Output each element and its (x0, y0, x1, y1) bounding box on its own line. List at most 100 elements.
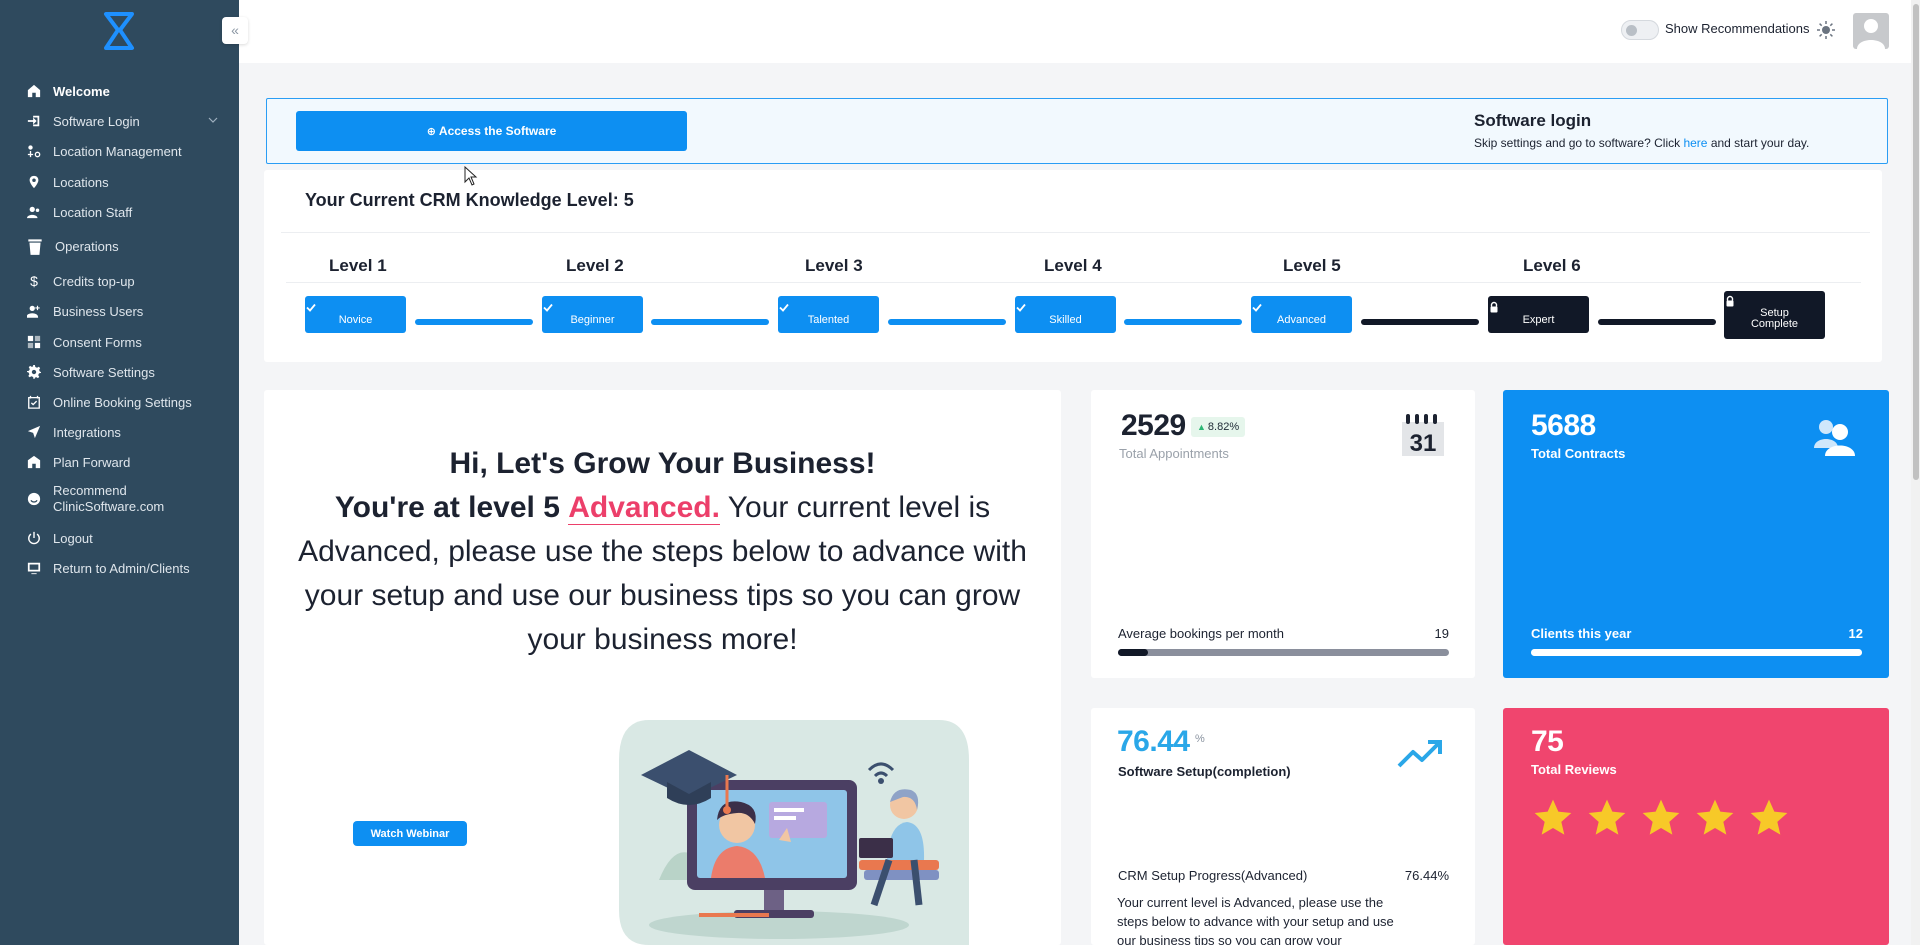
reviews-label: Total Reviews (1531, 762, 1617, 777)
gear-icon (26, 364, 42, 380)
sidebar-item-software-settings[interactable]: Software Settings (0, 357, 239, 387)
watch-webinar-button[interactable]: Watch Webinar (353, 821, 467, 846)
banner-subtitle: Skip settings and go to software? Click … (1474, 136, 1809, 150)
sidebar-item-location-management[interactable]: Location Management (0, 136, 239, 166)
grow-title: Hi, Let's Grow Your Business! (449, 447, 876, 480)
sidebar-item-label: Software Login (53, 113, 140, 129)
level-connector (651, 319, 769, 325)
lock-icon (1726, 295, 1734, 307)
total-reviews-card: 75 Total Reviews (1503, 708, 1889, 945)
appointments-label: Total Appointments (1119, 446, 1229, 461)
sidebar-item-logout[interactable]: Logout (0, 523, 239, 553)
avg-bookings-label: Average bookings per month (1118, 626, 1284, 641)
level-badge-expert[interactable]: Expert (1488, 296, 1589, 333)
level-heading: Level 1 (329, 256, 387, 275)
level-badge-beginner[interactable]: Beginner (542, 296, 643, 333)
crm-knowledge-card: Your Current CRM Knowledge Level: 5 Leve… (264, 170, 1882, 362)
sun-icon[interactable] (1817, 21, 1835, 39)
level-connector (1361, 319, 1479, 325)
sidebar-item-label: Welcome (53, 83, 110, 99)
contracts-value: 5688 (1531, 409, 1596, 442)
calendar-icon (26, 394, 42, 410)
level-heading: Level 2 (566, 256, 624, 275)
calendar-day: 31 (1410, 430, 1437, 457)
sidebar-item-integrations[interactable]: Integrations (0, 417, 239, 447)
level-badge-advanced[interactable]: Advanced (1251, 296, 1352, 333)
collapse-sidebar-button[interactable]: « (222, 17, 248, 44)
scrollbar-thumb[interactable] (1913, 4, 1919, 480)
webinar-illustration (619, 720, 969, 945)
level-badge-setup-complete[interactable]: Setup Complete (1724, 291, 1825, 339)
sidebar-item-return-admin[interactable]: Return to Admin/Clients (0, 553, 239, 583)
sidebar-item-label: Software Settings (53, 364, 155, 380)
check-icon (543, 303, 553, 312)
clients-this-year-value: 12 (1848, 626, 1863, 641)
crm-progress-value: 76.44% (1404, 868, 1449, 883)
level-connector (888, 319, 1006, 325)
level-heading: Level 4 (1044, 256, 1102, 275)
star-icon (1642, 799, 1680, 835)
grow-headline: Hi, Let's Grow Your Business! You're at … (284, 442, 1041, 662)
login-icon (26, 113, 42, 129)
level-connector (415, 319, 533, 325)
setup-value: 76.44 (1117, 725, 1190, 758)
arrow-up-icon: ▲ (1197, 422, 1206, 432)
users-icon (1814, 420, 1855, 456)
check-icon (1252, 303, 1262, 312)
send-icon (26, 424, 42, 440)
app-logo[interactable] (100, 10, 138, 52)
appointments-change-badge: ▲ 8.82% (1191, 417, 1246, 437)
level-badge-label: Setup Complete (1750, 307, 1799, 330)
level-badge-label: Talented (807, 314, 850, 326)
sidebar-item-software-login[interactable]: Software Login (0, 106, 239, 136)
level-badge-label: Skilled (1049, 314, 1082, 326)
recommendations-toggle[interactable] (1621, 20, 1659, 40)
level-badge-novice[interactable]: Novice (305, 296, 406, 333)
monitor-icon (26, 560, 42, 576)
sidebar-item-location-staff[interactable]: Location Staff (0, 197, 239, 227)
level-badge-label: Advanced (1277, 314, 1326, 326)
sidebar-item-plan-forward[interactable]: Plan Forward (0, 447, 239, 477)
sidebar-item-business-users[interactable]: Business Users (0, 296, 239, 326)
sidebar-item-locations[interactable]: Locations (0, 167, 239, 197)
total-appointments-card: 2529 ▲ 8.82% Total Appointments 31 Avera… (1091, 390, 1475, 678)
software-login-banner: ⊕ Access the Software Software login Ski… (266, 98, 1888, 164)
sidebar-item-credits-top-up[interactable]: $ Credits top-up (0, 266, 239, 296)
banner-here-link[interactable]: here (1683, 136, 1707, 150)
sidebar-item-label: Logout (53, 530, 93, 546)
grow-business-card: Hi, Let's Grow Your Business! You're at … (264, 390, 1061, 945)
level-badge-skilled[interactable]: Skilled (1015, 296, 1116, 333)
grid-icon (26, 334, 42, 350)
banner-subtitle-text-end: and start your day. (1710, 136, 1810, 150)
level-heading: Level 3 (805, 256, 863, 275)
software-setup-card: 76.44 % Software Setup(completion) CRM S… (1091, 708, 1475, 945)
sidebar-item-label: Recommend ClinicSoftware.com (53, 483, 165, 514)
sidebar-item-online-booking-settings[interactable]: Online Booking Settings (0, 387, 239, 417)
access-software-button[interactable]: ⊕ Access the Software (296, 111, 687, 151)
sidebar-item-welcome[interactable]: Welcome (0, 76, 239, 106)
sidebar-item-label: Online Booking Settings (53, 394, 192, 410)
dollar-icon: $ (30, 273, 38, 289)
level-badge-label: Beginner (570, 314, 615, 326)
grow-level-prefix: You're at level 5 (334, 491, 560, 524)
crm-progress-label: CRM Setup Progress(Advanced) (1118, 868, 1308, 883)
check-icon (306, 303, 316, 312)
access-software-label: Access the Software (438, 124, 557, 138)
avg-bookings-progress (1118, 649, 1449, 656)
grow-level-name: Advanced. (568, 491, 720, 525)
avatar[interactable] (1853, 13, 1889, 49)
level-connector (1124, 319, 1242, 325)
sidebar-item-consent-forms[interactable]: Consent Forms (0, 327, 239, 357)
toggle-knob (1626, 25, 1637, 36)
sidebar-item-recommend[interactable]: Recommend ClinicSoftware.com (0, 477, 239, 521)
check-icon (1016, 303, 1026, 312)
level-heading: Level 5 (1283, 256, 1341, 275)
sidebar-item-label: Return to Admin/Clients (53, 560, 190, 576)
avg-bookings-progress-fill (1118, 649, 1148, 656)
recommendations-toggle-label: Show Recommendations (1665, 21, 1810, 36)
sidebar-item-operations[interactable]: Operations (0, 231, 239, 261)
knowledge-title: Your Current CRM Knowledge Level: 5 (305, 190, 634, 210)
level-badge-talented[interactable]: Talented (778, 296, 879, 333)
setup-label: Software Setup(completion) (1118, 764, 1291, 779)
appointments-value: 2529 (1121, 409, 1186, 442)
